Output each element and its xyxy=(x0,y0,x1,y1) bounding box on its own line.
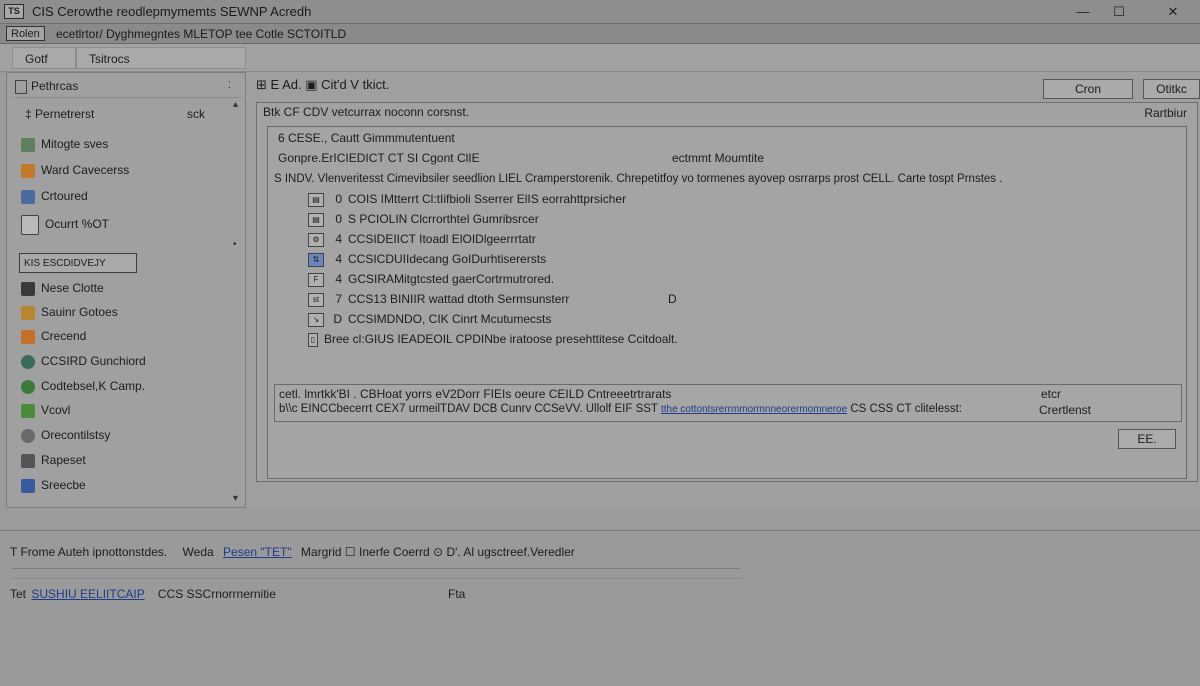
minimize-button[interactable]: — xyxy=(1070,3,1096,21)
globe-icon xyxy=(21,379,35,394)
window-title: CIS Cerowthe reodlepmymemts SEWNP Acredh xyxy=(32,4,312,19)
tab-first[interactable]: Gotf xyxy=(12,47,76,69)
tree-item[interactable]: F 4 GCSIRAMitgtcsted gaerCortrmutrored. xyxy=(308,269,554,289)
tree-item-icon: F xyxy=(308,272,324,287)
tree-item[interactable]: ⚙ 4 CCSIDEIICT Itoadl ElOIDlgeerrrtatr xyxy=(308,229,536,249)
sidebar: Pethrcas ⁚ ‡ Pernetrerst sck Mitogte sve… xyxy=(6,72,246,508)
page-button[interactable]: EE. xyxy=(1118,429,1176,449)
print-icon xyxy=(21,453,35,468)
summary-line-2-right: Crertlenst xyxy=(1039,403,1092,417)
tree-item[interactable]: ▤ 0 S PCIOLIN Clcrrorthtel Gumribsrcer xyxy=(308,209,539,229)
tree-item-icon: ⇅ xyxy=(308,252,324,267)
sidebar-item-7[interactable]: CCSIRD Gunchiord xyxy=(21,350,146,372)
divider xyxy=(12,568,740,569)
sidebar-item-9[interactable]: Vcovl xyxy=(21,399,70,421)
folder-open-icon xyxy=(21,329,35,344)
tree-item[interactable]: ▯ Bree cl:GIUS IEADEOIL CPDINbe iratoose … xyxy=(308,329,678,349)
menu-item-first[interactable]: Rolen xyxy=(6,26,45,41)
bottom-line-1: T Frome Auteh ipnottonstdes. Weda Pesen … xyxy=(10,545,575,559)
folder-icon xyxy=(21,305,35,320)
sidebar-item-2[interactable]: Crtoured xyxy=(21,185,88,207)
database-icon xyxy=(21,478,35,493)
tree-root[interactable]: S INDV. Vlenveritesst Cimevibsiler seedl… xyxy=(274,169,1002,189)
summary-line-1: cetl. lmrtkk'BI . CBHoat yorrs eV2Dorr F… xyxy=(279,387,672,401)
document-icon xyxy=(21,214,39,235)
tree-item-icon: ▤ xyxy=(308,212,324,227)
summary-line-1-right: etcr xyxy=(1041,387,1062,401)
main-area: ⊞ E Ad. ▣ Cit'd V tkict. Cron Otitkc Btk… xyxy=(246,72,1200,508)
sidebar-item-6[interactable]: Crecend xyxy=(21,325,86,347)
detail-panel: 6 CESE., Cautt Gimmmutentuent Gonpre.ErI… xyxy=(267,126,1187,479)
summary-link[interactable]: tthe cottontsrerrmmormnneorermomneroe xyxy=(661,404,847,415)
tree-item-icon: ▤ xyxy=(308,192,324,207)
tab-second[interactable]: Tsitrocs xyxy=(76,47,246,69)
selected-filter-box[interactable]: KIS ESCDIDVEJY xyxy=(19,253,137,273)
tree-item-icon: ▯ xyxy=(308,332,318,347)
gear-icon xyxy=(21,354,35,369)
divider xyxy=(12,578,742,579)
sidebar-header-2[interactable]: ‡ Pernetrerst sck xyxy=(15,103,241,125)
bottom-link[interactable]: SUSHIU EELIITCAIP xyxy=(31,587,144,601)
toolbar-row[interactable]: ⊞ E Ad. ▣ Cit'd V tkict. xyxy=(256,77,389,93)
info-line-1: 6 CESE., Cautt Gimmmutentuent xyxy=(278,131,455,145)
sidebar-header-1[interactable]: Pethrcas ⁚ xyxy=(15,75,241,98)
maximize-button[interactable]: ☐ xyxy=(1106,3,1132,21)
tree-view: S INDV. Vlenveritesst Cimevibsiler seedl… xyxy=(274,165,1180,365)
flame-icon xyxy=(21,163,35,178)
sidebar-item-8[interactable]: Codtebsel,K Camp. xyxy=(21,375,145,397)
sidebar-item-1[interactable]: Ward Cavecerss xyxy=(21,159,129,181)
tree-item-icon: ↘ xyxy=(308,312,324,327)
app-icon: TS xyxy=(4,4,24,19)
info-line-2-right: ectmmt Moumtite xyxy=(672,151,765,165)
tree-item[interactable]: st 7 CCS13 BINIIR wattad dtoth Sermsunster… xyxy=(308,289,677,309)
panel-header: Btk CF CDV vetcurrax noconn corsnst. xyxy=(263,105,470,119)
book-icon xyxy=(21,281,35,296)
chart-icon xyxy=(21,189,35,204)
sidebar-item-4[interactable]: Nese Clotte xyxy=(21,277,104,299)
tree-item-icon: ⚙ xyxy=(308,232,324,247)
sidebar-item-11[interactable]: Rapeset xyxy=(21,449,86,471)
tree-item[interactable]: ⇅ 4 CCSICDUIIdecang GoIDurhtiserersts xyxy=(308,249,546,269)
sidebar-item-5[interactable]: Sauinr Gotoes xyxy=(21,301,118,323)
clock-icon xyxy=(21,428,35,443)
sidebar-item-12[interactable]: Sreecbe xyxy=(21,474,86,496)
panel-right-label: Rartbiur xyxy=(1144,106,1187,120)
scroll-down-icon[interactable]: ▾ xyxy=(233,493,238,504)
summary-box: cetl. lmrtkk'BI . CBHoat yorrs eV2Dorr F… xyxy=(274,384,1182,422)
tree-item-icon: st xyxy=(308,292,324,307)
sidebar-pin-icon: ⁚ xyxy=(227,80,231,91)
bottom-line-2-right: Fta xyxy=(448,587,466,601)
sidebar-item-10[interactable]: Orecontilstsy xyxy=(21,424,110,446)
content-panel: Btk CF CDV vetcurrax noconn corsnst. Rar… xyxy=(256,102,1198,482)
otitkc-button[interactable]: Otitkc xyxy=(1143,79,1200,99)
tree-item[interactable]: ▤ 0 COIS IMtterrt Cl:tIifbioli Sserrer ElI… xyxy=(308,189,626,209)
info-line-2-left: Gonpre.ErICIEDICT CT SI Cgont ClIE xyxy=(278,151,480,165)
bottom-line-2: Tet SUSHIU EELIITCAIP CCS SSCrnorrnernit… xyxy=(10,587,276,601)
tree-item[interactable]: ↘ D CCSIMDNDO, CIK Cinrt Mcutumecsts xyxy=(308,309,551,329)
sidebar-item-3[interactable]: Ocurrt %OT xyxy=(21,213,109,235)
close-button[interactable]: ✕ xyxy=(1160,3,1186,21)
summary-line-2: b\\c EINCCbecerrt CEX7 urmeilTDAV DCB Cu… xyxy=(279,403,962,415)
leaf-icon xyxy=(21,403,35,418)
bottom-panel: T Frome Auteh ipnottonstdes. Weda Pesen … xyxy=(0,530,1200,686)
sidebar-header-icon xyxy=(15,79,27,94)
wrench-icon xyxy=(21,137,35,152)
cron-button[interactable]: Cron xyxy=(1043,79,1133,99)
scroll-thumb-icon[interactable]: • xyxy=(233,239,237,250)
scroll-up-icon[interactable]: ▴ xyxy=(233,99,238,110)
preset-link[interactable]: Pesen "TET" xyxy=(223,545,292,559)
sidebar-item-0[interactable]: Mitogte sves xyxy=(21,133,108,155)
menu-items[interactable]: ecetlrtor/ Dyghmegntes MLETOP tee Cotle … xyxy=(56,27,346,41)
